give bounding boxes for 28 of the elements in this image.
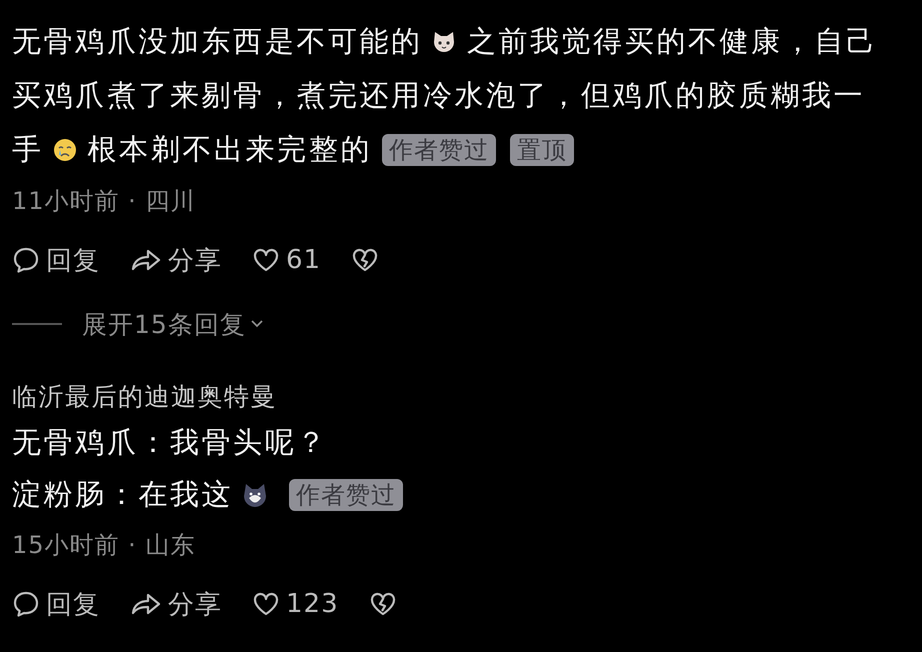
comment-text: 买鸡爪煮了来剔骨，煮完还用冷水泡了，但鸡爪的胶质糊我一 [12, 77, 866, 114]
comment-text: 之前我觉得买的不健康，自己 [466, 23, 878, 60]
comment-meta: 11小时前 · 四川 [12, 186, 196, 217]
comment-text: 手 [12, 131, 44, 168]
comment-text: 淀粉肠：在我这 [12, 476, 234, 513]
expand-replies-button[interactable]: 展开15条回复 [82, 308, 264, 340]
tag-label: 置顶 [510, 134, 574, 166]
username[interactable]: 临沂最后的迪迦奥特曼 [12, 377, 910, 417]
comment-text: 根本剃不出来完整的 [88, 131, 372, 168]
heart-icon [252, 591, 280, 617]
tag-label: 作者赞过 [289, 479, 404, 511]
reply-button[interactable]: 回复 [12, 242, 100, 278]
comment-icon [12, 246, 40, 274]
chevron-down-icon [250, 319, 264, 329]
reply-button[interactable]: 回复 [12, 586, 100, 622]
broken-heart-icon[interactable] [351, 247, 380, 273]
crying-emoji-icon [52, 137, 78, 163]
share-button[interactable]: 分享 [130, 242, 222, 278]
broken-heart-icon[interactable] [368, 591, 397, 617]
comment-text: 无骨鸡爪：我骨头呢？ [12, 424, 328, 461]
comment-meta: 15小时前 · 山东 [12, 530, 196, 561]
share-button[interactable]: 分享 [130, 586, 222, 622]
comment-icon [12, 590, 40, 618]
like-button[interactable]: 61 [252, 245, 322, 275]
tag-label: 作者赞过 [382, 134, 496, 166]
comment-text: 无骨鸡爪没加东西是不可能的 [12, 23, 423, 60]
heart-icon [252, 247, 280, 273]
like-button[interactable]: 123 [252, 589, 339, 619]
